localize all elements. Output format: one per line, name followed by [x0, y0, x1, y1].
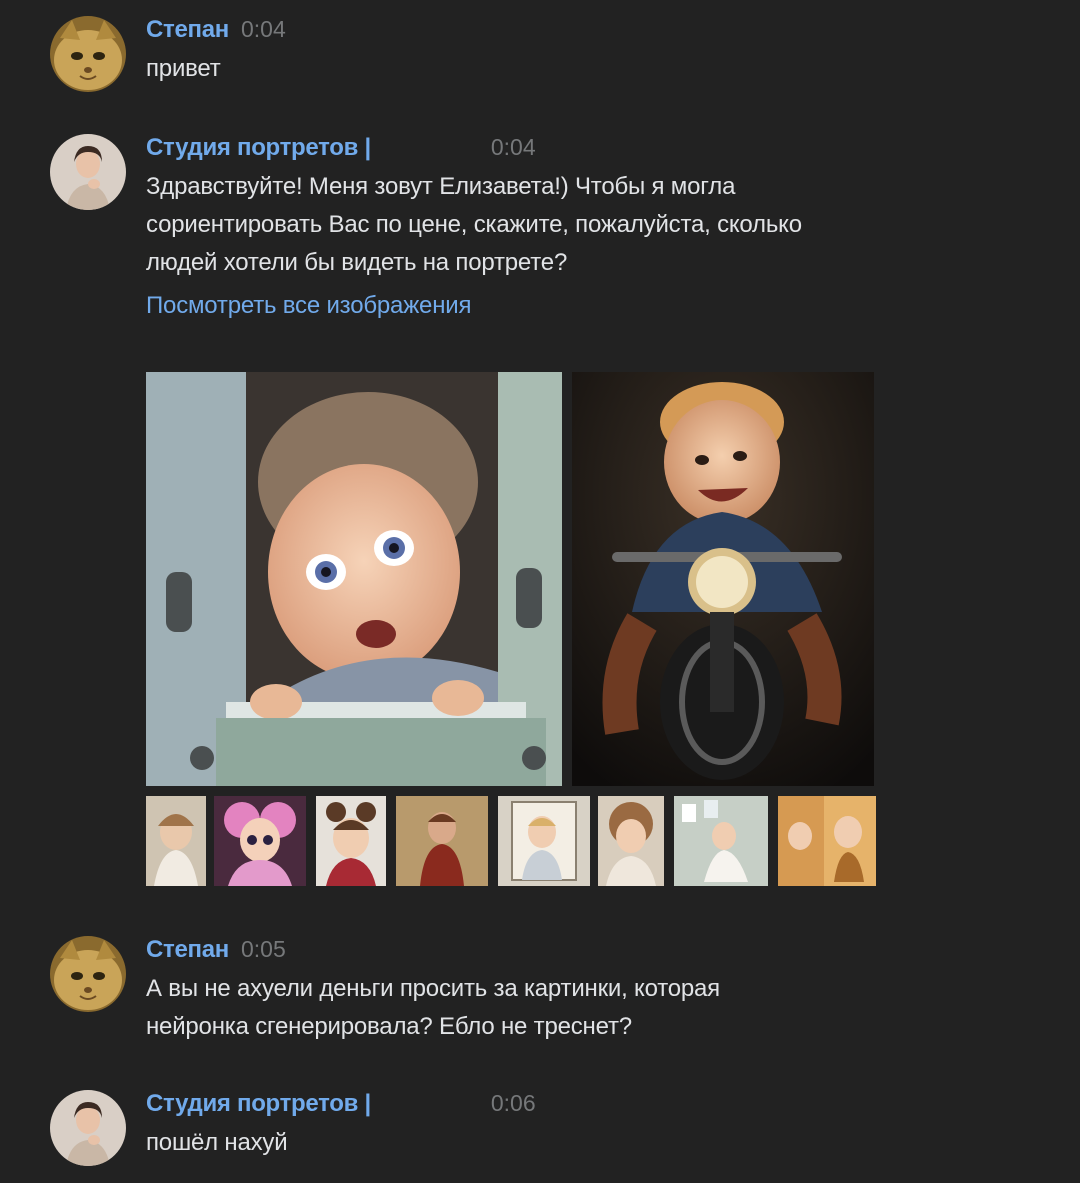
message-time: 0:05 [240, 936, 286, 962]
message-header: Степан 0:05 [146, 936, 286, 970]
thumbnail-photo[interactable] [598, 796, 664, 886]
thumbnail-photo[interactable] [396, 796, 488, 886]
message-text: Здравствуйте! Меня зовут Елизавета!) Что… [146, 168, 946, 282]
message-header: Студия портретов | 0:06 [146, 1090, 536, 1124]
author-name[interactable]: Студия портретов | [146, 1090, 371, 1117]
author-name[interactable]: Степан [146, 16, 229, 43]
thumbnail-photo[interactable] [498, 796, 590, 886]
message-text: А вы не ахуели деньги просить за картинк… [146, 970, 946, 1046]
message-studio-2: Студия портретов | 0:06 пошёл нахуй [50, 1090, 1050, 1170]
message-line: Здравствуйте! Меня зовут Елизавета!) Что… [146, 173, 736, 200]
avatar-studio[interactable] [50, 1090, 126, 1166]
message-time: 0:04 [240, 16, 286, 42]
author-name[interactable]: Степан [146, 936, 229, 963]
woman-portrait-avatar-icon [50, 134, 126, 210]
message-time: 0:06 [490, 1090, 536, 1116]
message-line: людей хотели бы видеть на портрете? [146, 249, 568, 276]
message-text: пошёл нахуй [146, 1124, 946, 1162]
message-stepan-1: Степан 0:04 привет [50, 16, 1050, 96]
avatar-stepan[interactable] [50, 936, 126, 1012]
message-line: пошёл нахуй [146, 1129, 288, 1156]
cat-avatar-icon [50, 936, 126, 1012]
message-header: Студия портретов | 0:04 [146, 134, 536, 168]
thumbnail-strip [146, 796, 876, 886]
author-name[interactable]: Студия портретов | [146, 134, 371, 161]
message-studio-1: Студия портретов | 0:04 Здравствуйте! Мен… [50, 134, 1050, 894]
thumbnail-photo[interactable] [674, 796, 768, 886]
avatar-stepan[interactable] [50, 16, 126, 92]
thumbnail-photo[interactable] [146, 796, 206, 886]
message-line: привет [146, 55, 221, 82]
view-all-images-link[interactable]: Посмотреть все изображения [146, 292, 471, 320]
woman-portrait-avatar-icon [50, 1090, 126, 1166]
message-line: А вы не ахуели деньги просить за картинк… [146, 975, 720, 1002]
thumbnail-photo[interactable] [778, 796, 876, 886]
message-header: Степан 0:04 [146, 16, 286, 50]
message-stepan-2: Степан 0:05 А вы не ахуели деньги просить… [50, 936, 1050, 1046]
message-text: привет [146, 50, 946, 88]
thumbnail-photo[interactable] [316, 796, 386, 886]
message-time: 0:04 [490, 134, 536, 160]
message-line: сориентировать Вас по цене, скажите, пож… [146, 211, 802, 238]
attached-photo-child-motorcycle[interactable] [572, 372, 874, 786]
message-line: нейронка сгенерировала? Ебло не треснет? [146, 1013, 632, 1040]
thumbnail-photo[interactable] [214, 796, 306, 886]
attached-photo-child-window[interactable] [146, 372, 562, 786]
avatar-studio[interactable] [50, 134, 126, 210]
cat-avatar-icon [50, 16, 126, 92]
